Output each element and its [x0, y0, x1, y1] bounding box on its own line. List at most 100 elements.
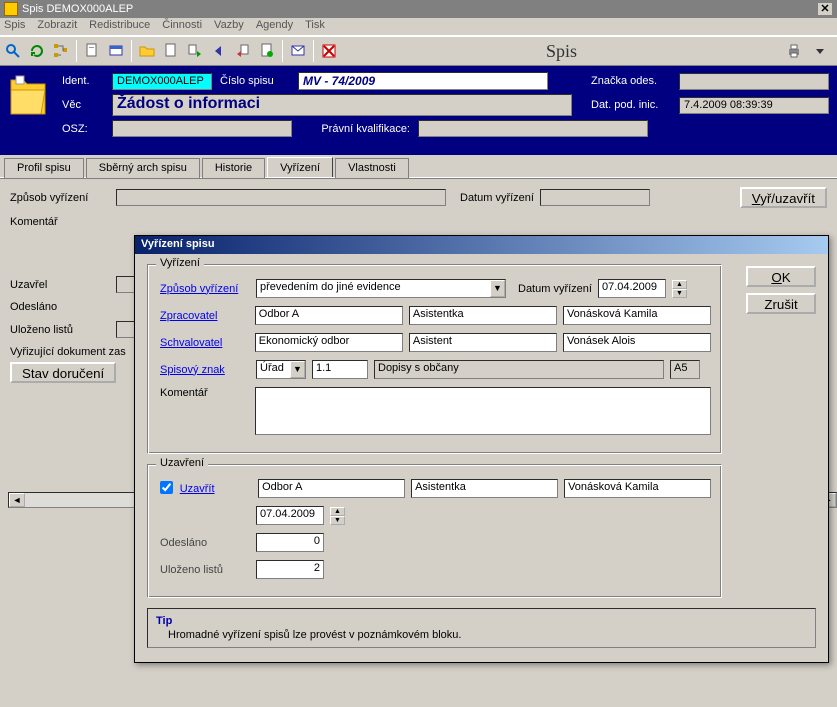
uzavrit-role[interactable]: Asistentka [411, 479, 558, 498]
chevron-down-icon[interactable]: ▼ [490, 280, 505, 297]
uzavrel-field[interactable] [116, 276, 136, 293]
tb-send-icon[interactable] [287, 40, 309, 62]
dat-label: Dat. pod. inic. [591, 99, 671, 111]
menu-agendy[interactable]: Agendy [256, 19, 293, 34]
tb-movedoc2-icon[interactable] [232, 40, 254, 62]
menu-redistribuce[interactable]: Redistribuce [89, 19, 150, 34]
menubar: Spis Zobrazit Redistribuce Činnosti Vazb… [0, 18, 837, 36]
odeslano-dlg-label: Odesláno [160, 537, 250, 549]
datum-field[interactable] [540, 189, 650, 206]
odeslano-label: Odesláno [10, 301, 110, 313]
ulozeno-field[interactable] [116, 321, 136, 338]
header-panel: Ident. DEMOX000ALEP Číslo spisu MV - 74/… [0, 66, 837, 155]
vec-value[interactable]: Žádost o informaci [112, 94, 572, 116]
chevron-down-icon[interactable]: ▼ [290, 361, 305, 378]
zpusob-link[interactable]: Způsob vyřízení [160, 283, 250, 295]
tb-dropdown-icon[interactable] [809, 40, 831, 62]
dialog-cancel-button[interactable]: Zrušit [746, 293, 816, 314]
ulozeno-value[interactable]: 2 [256, 560, 324, 579]
osz-label: OSZ: [62, 123, 104, 135]
zpracovatel-role[interactable]: Asistentka [409, 306, 557, 325]
zpusob-combo[interactable]: převedením do jiné evidence ▼ [256, 279, 506, 298]
tb-print-icon[interactable] [783, 40, 805, 62]
window-titlebar: Spis DEMOX000ALEP ✕ [0, 0, 837, 18]
uzavreni-group: Uzavření Uzavřít Odbor A Asistentka Voná… [147, 464, 722, 598]
vyr-uzavrit-button[interactable]: Vyř/uzavřít [740, 187, 827, 208]
stav-doruceni-button[interactable]: Stav doručení [10, 362, 116, 383]
odeslano-value[interactable]: 0 [256, 533, 324, 552]
menu-zobrazit[interactable]: Zobrazit [37, 19, 77, 34]
vyrizeni-dialog: Vyřízení spisu OK Zrušit Vyřízení Způsob… [134, 235, 829, 663]
cislo-spisu-label: Číslo spisu [220, 75, 290, 87]
uzavrit-date-spinner[interactable]: ▲▼ [330, 507, 345, 525]
tb-folder-icon[interactable] [136, 40, 158, 62]
schvalovatel-link[interactable]: Schvalovatel [160, 337, 249, 349]
scroll-left-icon[interactable]: ◄ [9, 493, 25, 507]
zpracovatel-link[interactable]: Zpracovatel [160, 310, 249, 322]
spis-znak-combo-text: Úřad [257, 361, 290, 378]
zpusob-field[interactable] [116, 189, 446, 206]
spisovy-znak-link[interactable]: Spisový znak [160, 364, 250, 376]
znacka-value[interactable] [679, 73, 829, 90]
window-title: Spis DEMOX000ALEP [22, 0, 133, 18]
tb-docgreen-icon[interactable] [256, 40, 278, 62]
tb-tree-icon[interactable] [50, 40, 72, 62]
datum-vyrizeni-field[interactable]: 07.04.2009 [598, 279, 666, 298]
ulozeno-dlg-label: Uloženo listů [160, 564, 250, 576]
uzavrit-name[interactable]: Vonásková Kamila [564, 479, 711, 498]
tip-box: Tip Hromadné vyřízení spisů lze provést … [147, 608, 816, 648]
komentar-textarea[interactable] [255, 387, 711, 435]
tip-heading: Tip [156, 615, 807, 627]
spis-znak-desc: Dopisy s občany [374, 360, 664, 379]
spis-znak-code[interactable]: 1.1 [312, 360, 368, 379]
menu-spis[interactable]: Spis [4, 19, 25, 34]
uzavrit-link[interactable]: Uzavřít [180, 483, 252, 495]
tb-search-icon[interactable] [2, 40, 24, 62]
osz-value[interactable] [112, 120, 292, 137]
tab-vyrizeni[interactable]: Vyřízení [267, 157, 333, 177]
schvalovatel-role[interactable]: Asistent [409, 333, 557, 352]
tb-cancel-icon[interactable] [318, 40, 340, 62]
tb-movedoc-icon[interactable] [184, 40, 206, 62]
tb-back-icon[interactable] [208, 40, 230, 62]
tab-profil[interactable]: Profil spisu [4, 158, 84, 178]
tb-card-icon[interactable] [105, 40, 127, 62]
schvalovatel-dept[interactable]: Ekonomický odbor [255, 333, 403, 352]
menu-cinnosti[interactable]: Činnosti [162, 19, 202, 34]
zpracovatel-dept[interactable]: Odbor A [255, 306, 403, 325]
app-icon [4, 2, 18, 16]
menu-vazby[interactable]: Vazby [214, 19, 244, 34]
vyrizeni-group: Vyřízení Způsob vyřízení převedením do j… [147, 264, 722, 454]
window-close-button[interactable]: ✕ [817, 2, 833, 16]
uzavrit-dept[interactable]: Odbor A [258, 479, 405, 498]
pravni-value[interactable] [418, 120, 648, 137]
toolbar-title: Spis [340, 41, 783, 62]
uzavrit-date[interactable]: 07.04.2009 [256, 506, 324, 525]
uzavrit-checkbox[interactable] [160, 481, 173, 494]
pravni-label: Právní kvalifikace: [300, 123, 410, 135]
zpusob-label: Způsob vyřízení [10, 192, 110, 204]
vyrizeni-legend: Vyřízení [156, 257, 204, 269]
schvalovatel-name[interactable]: Vonásek Alois [563, 333, 711, 352]
folder-icon [8, 74, 48, 120]
spis-znak-combo[interactable]: Úřad ▼ [256, 360, 306, 379]
vyrizujici-label: Vyřizující dokument zas [10, 346, 126, 358]
tb-doc2-icon[interactable] [160, 40, 182, 62]
tb-refresh-icon[interactable] [26, 40, 48, 62]
datum-vyrizeni-label: Datum vyřízení [518, 283, 592, 295]
ident-value: DEMOX000ALEP [112, 73, 212, 90]
zpracovatel-name[interactable]: Vonásková Kamila [563, 306, 711, 325]
tab-sberny[interactable]: Sběrný arch spisu [86, 158, 200, 178]
tab-historie[interactable]: Historie [202, 158, 265, 178]
tb-doc-icon[interactable] [81, 40, 103, 62]
znacka-label: Značka odes. [591, 75, 671, 87]
vec-label: Věc [62, 99, 104, 111]
datum-label: Datum vyřízení [460, 192, 534, 204]
datum-spinner[interactable]: ▲▼ [672, 280, 687, 298]
dialog-ok-button[interactable]: OK [746, 266, 816, 287]
tip-text: Hromadné vyřízení spisů lze provést v po… [156, 629, 807, 641]
uzavrel-label: Uzavřel [10, 279, 110, 291]
menu-tisk[interactable]: Tisk [305, 19, 325, 34]
komentar-dlg-label: Komentář [160, 387, 249, 399]
tab-vlastnosti[interactable]: Vlastnosti [335, 158, 409, 178]
